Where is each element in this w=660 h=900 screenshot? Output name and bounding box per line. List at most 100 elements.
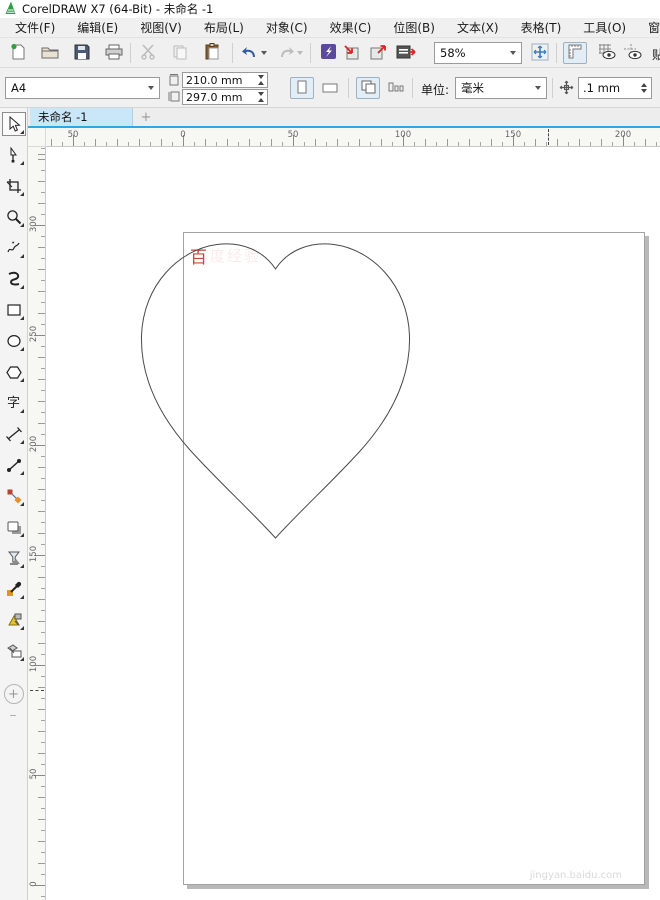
- drop-shadow-tool[interactable]: [2, 515, 26, 539]
- color-eyedropper-tool[interactable]: [2, 577, 26, 601]
- save-button[interactable]: [70, 42, 94, 64]
- menu-file[interactable]: 文件(F): [4, 19, 66, 36]
- vruler-label: 300: [29, 215, 39, 233]
- hruler-label: 150: [504, 130, 522, 140]
- export-button[interactable]: [366, 42, 390, 64]
- import-button[interactable]: [340, 42, 364, 64]
- page-width-spinner[interactable]: 210.0 mm: [182, 72, 268, 88]
- menu-layout[interactable]: 布局(L): [193, 19, 255, 36]
- publish-pdf-button[interactable]: [394, 42, 418, 64]
- cursor-position-marker-horizontal: [548, 129, 549, 145]
- zoom-tool[interactable]: [2, 205, 26, 229]
- zoom-level-combobox[interactable]: 58%: [434, 42, 522, 64]
- redo-icon: [277, 44, 295, 63]
- crop-tool[interactable]: [2, 174, 26, 198]
- copy-button[interactable]: [168, 42, 192, 64]
- toolbox-overflow-indicator: ┄: [9, 711, 18, 722]
- undo-dropdown[interactable]: [258, 42, 270, 64]
- shape-tool[interactable]: [2, 143, 26, 167]
- nudge-distance-spinner[interactable]: .1 mm: [578, 77, 652, 99]
- drawing-canvas[interactable]: 百 度经验 jingyan.baidu.com: [46, 147, 660, 900]
- text-tool[interactable]: 字: [2, 391, 26, 415]
- page-width-spin-buttons[interactable]: [258, 75, 264, 85]
- vruler-label: 250: [29, 325, 39, 343]
- watermark-bottom: jingyan.baidu.com: [529, 870, 622, 881]
- page-height-spin-buttons[interactable]: [258, 92, 264, 102]
- show-rulers-button[interactable]: [563, 42, 587, 64]
- vruler-label: 0: [29, 881, 39, 887]
- cut-button[interactable]: [136, 42, 160, 64]
- ruler-origin-corner[interactable]: [28, 128, 46, 147]
- export-icon: [369, 44, 387, 63]
- nudge-spin-buttons[interactable]: [641, 83, 647, 93]
- app-logo-icon: [3, 1, 17, 18]
- paste-button[interactable]: [200, 42, 224, 64]
- artistic-media-tool[interactable]: [2, 267, 26, 291]
- portrait-button[interactable]: [290, 77, 314, 99]
- nudge-value: .1 mm: [583, 81, 621, 95]
- document-tab-bar: 未命名 -1 +: [28, 108, 660, 126]
- horizontal-ruler[interactable]: 50 0 50 100 150 200: [46, 128, 660, 147]
- heart-shape[interactable]: [140, 243, 411, 540]
- current-page-button[interactable]: [384, 77, 408, 99]
- units-label: 单位:: [421, 83, 450, 97]
- hruler-label: 0: [180, 130, 186, 140]
- application-launcher-button[interactable]: [316, 42, 340, 64]
- open-folder-icon: [41, 44, 59, 63]
- menu-window[interactable]: 窗口(W): [637, 19, 660, 36]
- menu-table[interactable]: 表格(T): [510, 19, 573, 36]
- freehand-tool[interactable]: [2, 236, 26, 260]
- open-button[interactable]: [38, 42, 62, 64]
- document-tab[interactable]: 未命名 -1: [30, 108, 133, 126]
- smart-fill-tool[interactable]: [2, 639, 26, 663]
- parallel-dimension-tool[interactable]: [2, 422, 26, 446]
- hruler-label: 50: [287, 130, 299, 140]
- zoom-level-value: 58%: [440, 46, 466, 60]
- new-document-button[interactable]: [6, 42, 30, 64]
- menu-edit[interactable]: 编辑(E): [66, 19, 129, 36]
- rectangle-tool[interactable]: [2, 298, 26, 322]
- print-button[interactable]: [102, 42, 126, 64]
- menu-object[interactable]: 对象(C): [255, 19, 319, 36]
- landscape-button[interactable]: [318, 77, 342, 99]
- page-preset-combobox[interactable]: A4: [5, 77, 160, 99]
- pdf-icon: [396, 44, 416, 63]
- print-icon: [105, 44, 123, 63]
- page-width-icon: [168, 74, 180, 89]
- transparency-tool[interactable]: [2, 546, 26, 570]
- units-value: 毫米: [461, 81, 484, 95]
- menu-bitmaps[interactable]: 位图(B): [382, 19, 446, 36]
- show-guidelines-button[interactable]: [620, 42, 644, 64]
- show-grid-button[interactable]: [594, 42, 618, 64]
- vruler-label: 150: [29, 545, 39, 563]
- redo-dropdown[interactable]: [294, 42, 306, 64]
- text-tool-glyph: 字: [6, 395, 20, 411]
- menu-text[interactable]: 文本(X): [446, 19, 510, 36]
- all-pages-button[interactable]: [356, 77, 380, 99]
- vruler-label: 50: [29, 768, 39, 780]
- vruler-label: 100: [29, 655, 39, 673]
- snap-to-button-partial[interactable]: 贴: [652, 46, 660, 63]
- nudge-icon: [559, 80, 574, 98]
- units-combobox[interactable]: 毫米: [455, 77, 547, 99]
- all-pages-icon: [360, 79, 377, 98]
- hruler-label: 50: [67, 130, 79, 140]
- fit-page-button[interactable]: [528, 42, 552, 64]
- ellipse-tool[interactable]: [2, 329, 26, 353]
- straight-line-connector-tool[interactable]: [2, 453, 26, 477]
- add-page-button[interactable]: +: [135, 108, 157, 126]
- paste-clipboard-icon: [204, 43, 220, 63]
- page-height-spinner[interactable]: 297.0 mm: [182, 89, 268, 105]
- anchor-edit-connector-tool[interactable]: [2, 484, 26, 508]
- pick-tool[interactable]: [1, 112, 26, 136]
- menu-effects[interactable]: 效果(C): [319, 19, 383, 36]
- menu-tools[interactable]: 工具(O): [572, 19, 637, 36]
- hruler-label: 100: [394, 130, 412, 140]
- customize-toolbox-button[interactable]: +: [3, 684, 24, 704]
- import-icon: [343, 44, 361, 63]
- menu-view[interactable]: 视图(V): [129, 19, 193, 36]
- interactive-fill-tool[interactable]: [2, 608, 26, 632]
- polygon-tool[interactable]: [2, 360, 26, 384]
- vertical-ruler[interactable]: 300 250 200 150 100 50 0: [28, 147, 46, 900]
- undo-icon: [241, 44, 259, 63]
